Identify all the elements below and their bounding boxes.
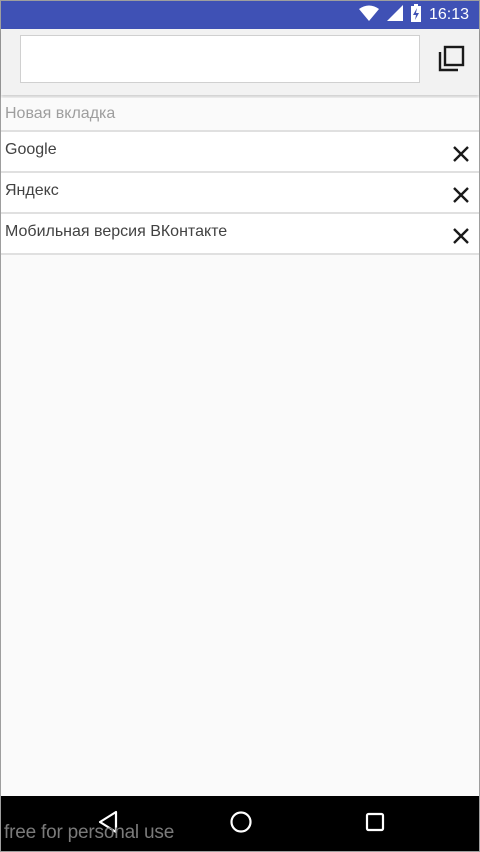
tab-title: Яндекс (5, 182, 59, 199)
signal-icon (386, 4, 403, 26)
tab-item-vkontakte[interactable]: Мобильная версия ВКонтакте (1, 214, 479, 255)
tab-title: Мобильная версия ВКонтакте (5, 223, 228, 240)
new-tab-item[interactable]: Новая вкладка (1, 98, 479, 132)
tab-title: Google (5, 141, 57, 158)
home-icon (229, 810, 253, 839)
tab-item-google[interactable]: Google (1, 132, 479, 173)
recent-apps-icon (364, 811, 386, 838)
recent-apps-button[interactable] (361, 810, 389, 838)
status-time: 16:13 (428, 6, 469, 23)
tabs-switcher-button[interactable] (435, 45, 467, 77)
tabs-switcher-icon (437, 45, 465, 78)
close-icon[interactable] (451, 144, 471, 164)
new-tab-label: Новая вкладка (5, 105, 116, 122)
status-bar: 16:13 (1, 1, 479, 29)
close-icon[interactable] (451, 226, 471, 246)
tab-list: Новая вкладка Google Яндекс Мобильная ве… (1, 98, 479, 255)
watermark: free for personal use (4, 822, 175, 843)
tab-item-yandex[interactable]: Яндекс (1, 173, 479, 214)
home-button[interactable] (227, 810, 255, 838)
toolbar (1, 29, 479, 95)
wifi-icon (358, 5, 379, 26)
url-input[interactable] (20, 35, 420, 83)
close-icon[interactable] (451, 185, 471, 205)
battery-charging-icon (410, 3, 421, 27)
